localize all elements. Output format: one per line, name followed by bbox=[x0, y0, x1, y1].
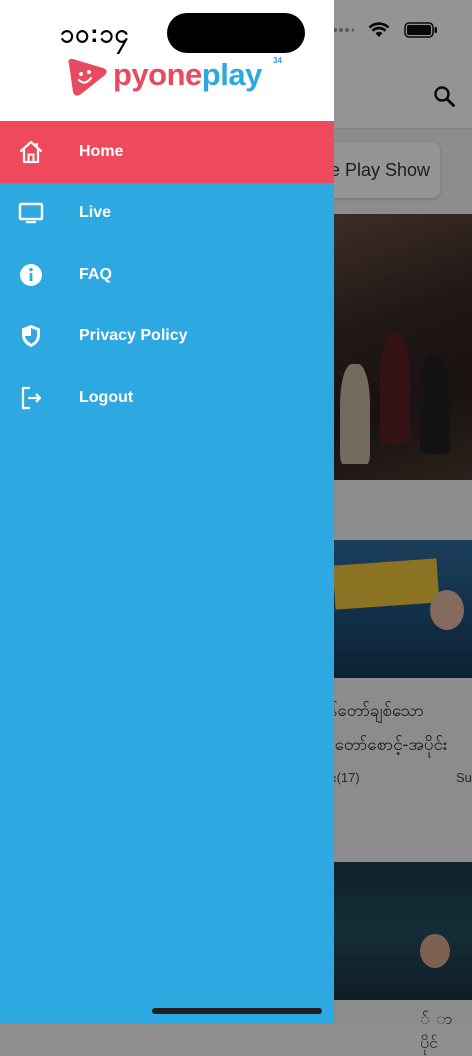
drawer-item-privacy-policy[interactable]: Privacy Policy bbox=[0, 306, 334, 368]
navigation-drawer: ၁၀:၁၄ pyoneplay 34 Home Live FAQ Privacy… bbox=[0, 0, 334, 1024]
drawer-item-label: Logout bbox=[79, 388, 134, 406]
drawer-item-label: Live bbox=[79, 204, 112, 222]
drawer-menu: Home Live FAQ Privacy Policy Logout bbox=[0, 121, 334, 429]
shield-icon bbox=[18, 323, 44, 349]
drawer-item-home[interactable]: Home bbox=[0, 121, 334, 183]
drawer-item-label: FAQ bbox=[79, 265, 112, 283]
logo-text-part1: pyone bbox=[113, 57, 202, 92]
app-logo: pyoneplay bbox=[63, 56, 262, 98]
logout-icon bbox=[18, 385, 44, 411]
home-indicator[interactable] bbox=[152, 1008, 322, 1014]
tv-icon bbox=[18, 200, 44, 226]
drawer-item-faq[interactable]: FAQ bbox=[0, 244, 334, 306]
drawer-header: ၁၀:၁၄ pyoneplay 34 bbox=[0, 0, 334, 121]
drawer-item-label: Privacy Policy bbox=[79, 327, 188, 345]
drawer-item-live[interactable]: Live bbox=[0, 183, 334, 245]
status-time: ၁၀:၁၄ bbox=[60, 20, 130, 48]
home-icon bbox=[18, 139, 44, 165]
logo-text: pyoneplay bbox=[113, 57, 262, 93]
logo-version: 34 bbox=[273, 56, 282, 65]
logo-mark-icon bbox=[68, 58, 107, 96]
logo-text-part2: play bbox=[201, 57, 263, 92]
drawer-item-logout[interactable]: Logout bbox=[0, 367, 334, 429]
info-icon bbox=[18, 262, 44, 288]
dynamic-island bbox=[167, 13, 305, 53]
drawer-item-label: Home bbox=[79, 142, 124, 160]
